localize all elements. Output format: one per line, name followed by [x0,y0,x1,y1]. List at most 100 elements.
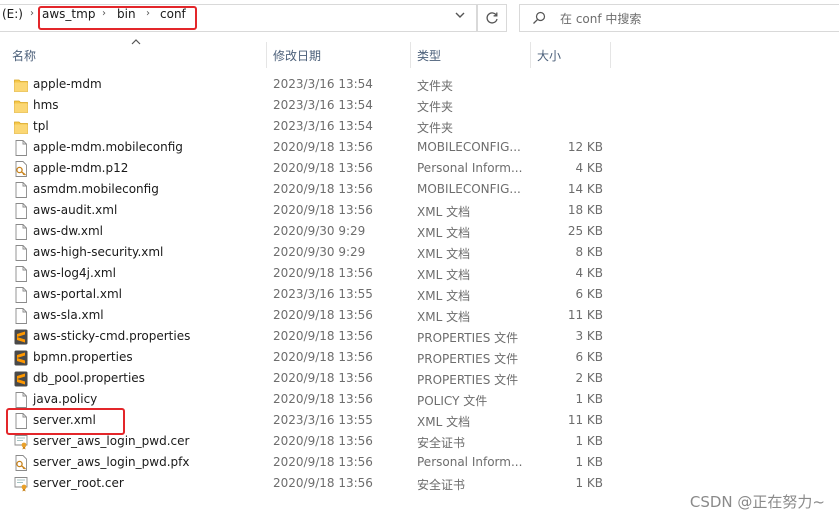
certificate-icon [14,435,28,450]
file-type: XML 文档 [417,289,471,303]
file-row[interactable]: aws-dw.xml 2020/9/30 9:29 XML 文档 25 KB [0,221,620,242]
sublime-icon [14,350,28,366]
file-row[interactable]: aws-audit.xml 2020/9/18 13:56 XML 文档 18 KB [0,200,620,221]
file-icon [15,287,27,303]
file-row[interactable]: aws-high-security.xml 2020/9/30 9:29 XML 文… [0,242,620,263]
file-type: 文件夹 [417,121,454,135]
certificate-key-icon [15,161,27,177]
file-size: 11 KB [567,413,603,427]
file-size: 2 KB [575,371,603,385]
search-placeholder: 在 conf 中搜索 [560,12,642,26]
file-size: 6 KB [575,350,603,364]
file-icon [15,245,27,261]
file-row[interactable]: asmdm.mobileconfig 2020/9/18 13:56 MOBILEC… [0,179,620,200]
file-date: 2020/9/18 13:56 [273,329,373,343]
breadcrumb-chevron-icon[interactable]: › [30,8,34,19]
file-date: 2020/9/18 13:56 [273,203,373,217]
column-header-date[interactable]: 修改日期 [273,47,321,64]
file-icon [15,140,27,156]
column-divider[interactable] [530,42,531,68]
sublime-icon [14,371,28,387]
file-size: 14 KB [567,182,603,196]
file-type: XML 文档 [417,310,471,324]
file-date: 2023/3/16 13:54 [273,77,373,91]
file-name: server_aws_login_pwd.cer [33,434,190,448]
file-size: 1 KB [575,455,603,469]
sort-ascending-icon [131,39,141,45]
file-name: server_root.cer [33,476,124,490]
column-header-name[interactable]: 名称 [12,47,36,64]
file-type: 安全证书 [417,478,466,492]
file-name: server_aws_login_pwd.pfx [33,455,190,469]
file-name: aws-portal.xml [33,287,122,301]
file-type: PROPERTIES 文件 [417,373,519,387]
file-size: 8 KB [575,245,603,259]
file-icon [15,308,27,324]
file-size: 25 KB [567,224,603,238]
file-row[interactable]: server_aws_login_pwd.pfx 2020/9/18 13:56 P… [0,452,620,473]
file-icon [15,182,27,198]
file-type: POLICY 文件 [417,394,488,408]
certificate-key-icon [15,455,27,471]
file-type: MOBILECONFIG... [417,140,521,154]
file-size: 4 KB [575,161,603,175]
file-size: 3 KB [575,329,603,343]
file-type: Personal Inform... [417,161,523,175]
file-name: bpmn.properties [33,350,133,364]
sublime-icon [14,329,28,345]
column-header-size[interactable]: 大小 [537,47,561,64]
folder-icon [14,121,28,134]
file-row[interactable]: java.policy 2020/9/18 13:56 POLICY 文件 1 KB [0,389,620,410]
column-header-type[interactable]: 类型 [417,47,441,64]
folder-icon [14,79,28,92]
file-row[interactable]: apple-mdm.mobileconfig 2020/9/18 13:56 MOB… [0,137,620,158]
file-type: XML 文档 [417,247,471,261]
file-row[interactable]: apple-mdm 2023/3/16 13:54 文件夹 [0,74,620,95]
file-row[interactable]: apple-mdm.p12 2020/9/18 13:56 Personal Inf… [0,158,620,179]
file-icon [15,266,27,282]
file-icon [15,392,27,408]
file-row[interactable]: aws-sla.xml 2020/9/18 13:56 XML 文档 11 KB [0,305,620,326]
file-date: 2020/9/30 9:29 [273,224,366,238]
file-type: MOBILECONFIG... [417,182,521,196]
file-date: 2020/9/18 13:56 [273,392,373,406]
file-name: apple-mdm.mobileconfig [33,140,183,154]
file-name: db_pool.properties [33,371,145,385]
file-size: 4 KB [575,266,603,280]
file-type: XML 文档 [417,415,471,429]
refresh-icon[interactable] [484,10,500,26]
file-date: 2020/9/18 13:56 [273,161,373,175]
file-row[interactable]: bpmn.properties 2020/9/18 13:56 PROPERTIES… [0,347,620,368]
column-divider[interactable] [410,42,411,68]
file-type: Personal Inform... [417,455,523,469]
file-type: 文件夹 [417,100,454,114]
file-size: 11 KB [567,308,603,322]
file-type: XML 文档 [417,268,471,282]
breadcrumb-drive[interactable]: (E:) [2,7,23,21]
file-row[interactable]: server_root.cer 2020/9/18 13:56 安全证书 1 KB [0,473,620,494]
file-date: 2020/9/18 13:56 [273,266,373,280]
file-date: 2020/9/18 13:56 [273,371,373,385]
server-xml-highlight-box [6,408,125,435]
certificate-icon [14,477,28,492]
file-icon [15,224,27,240]
file-row[interactable]: tpl 2023/3/16 13:54 文件夹 [0,116,620,137]
file-icon [15,203,27,219]
file-size: 12 KB [567,140,603,154]
file-date: 2020/9/18 13:56 [273,308,373,322]
file-name: hms [33,98,59,112]
file-row[interactable]: aws-sticky-cmd.properties 2020/9/18 13:56… [0,326,620,347]
search-icon [533,11,546,24]
file-row[interactable]: hms 2023/3/16 13:54 文件夹 [0,95,620,116]
column-divider[interactable] [266,42,267,68]
file-row[interactable]: aws-portal.xml 2023/3/16 13:55 XML 文档 6 KB [0,284,620,305]
file-name: java.policy [33,392,98,406]
address-dropdown-icon[interactable] [453,9,467,21]
column-divider[interactable] [610,42,611,68]
file-size: 6 KB [575,287,603,301]
address-highlight-box [38,6,197,30]
file-type: 文件夹 [417,79,454,93]
file-row[interactable]: aws-log4j.xml 2020/9/18 13:56 XML 文档 4 KB [0,263,620,284]
file-name: aws-sticky-cmd.properties [33,329,191,343]
file-row[interactable]: db_pool.properties 2020/9/18 13:56 PROPERT… [0,368,620,389]
